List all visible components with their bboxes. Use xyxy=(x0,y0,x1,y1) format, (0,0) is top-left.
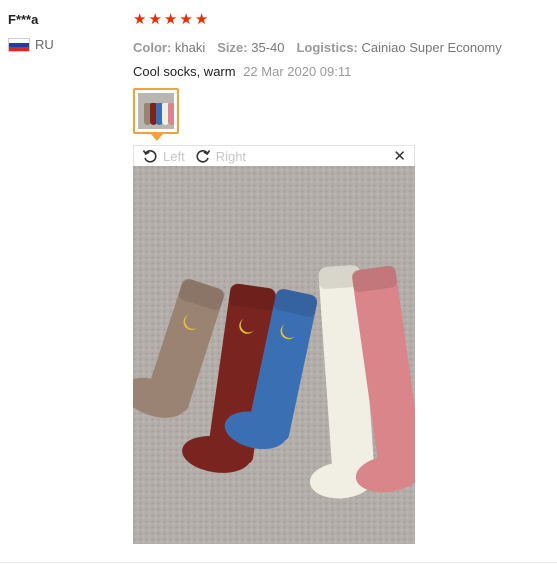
reviewer-name: F***a xyxy=(8,12,39,27)
reviewer-country: RU xyxy=(8,37,118,52)
rotate-right-button[interactable]: Right xyxy=(195,148,246,164)
review-divider xyxy=(0,562,557,563)
review-content: ★ ★ ★ ★ ★ Color: khaki Size: 35-40 Logistics… xyxy=(133,12,543,141)
review-body: Cool socks, warm 22 Mar 2020 09:11 xyxy=(133,64,543,79)
thumbnail-caret xyxy=(151,134,163,141)
review-date: 22 Mar 2020 09:11 xyxy=(243,64,352,79)
attribute-logistics: Logistics: Cainiao Super Economy xyxy=(296,40,502,55)
attribute-color: Color: khaki xyxy=(133,40,206,55)
star-icon: ★ xyxy=(133,11,147,28)
order-attributes: Color: khaki Size: 35-40 Logistics: Cain… xyxy=(133,40,543,55)
star-rating: ★ ★ ★ ★ ★ xyxy=(133,12,543,28)
image-viewer: Left Right ✕ xyxy=(133,145,415,544)
rotate-left-label: Left xyxy=(163,148,185,164)
rotate-left-button[interactable]: Left xyxy=(142,148,185,164)
review-text: Cool socks, warm xyxy=(133,64,236,79)
thumbnail-sock xyxy=(168,103,174,125)
reviewer-info: F***a RU xyxy=(8,12,118,52)
viewer-toolbar: Left Right ✕ xyxy=(133,145,415,166)
attribute-size: Size: 35-40 xyxy=(217,40,285,55)
thumbnail-image xyxy=(138,93,174,129)
russia-flag-icon xyxy=(8,37,30,52)
close-viewer-button[interactable]: ✕ xyxy=(393,147,406,165)
review-photo xyxy=(133,166,415,544)
rotate-left-icon xyxy=(142,150,157,163)
country-code: RU xyxy=(35,37,54,52)
photo-thumbnail[interactable] xyxy=(133,88,179,141)
star-icon: ★ xyxy=(163,11,178,28)
star-icon: ★ xyxy=(179,11,193,28)
star-icon: ★ xyxy=(148,11,162,28)
rotate-right-icon xyxy=(196,150,210,163)
rotate-right-label: Right xyxy=(215,148,247,164)
star-icon: ★ xyxy=(194,11,209,28)
